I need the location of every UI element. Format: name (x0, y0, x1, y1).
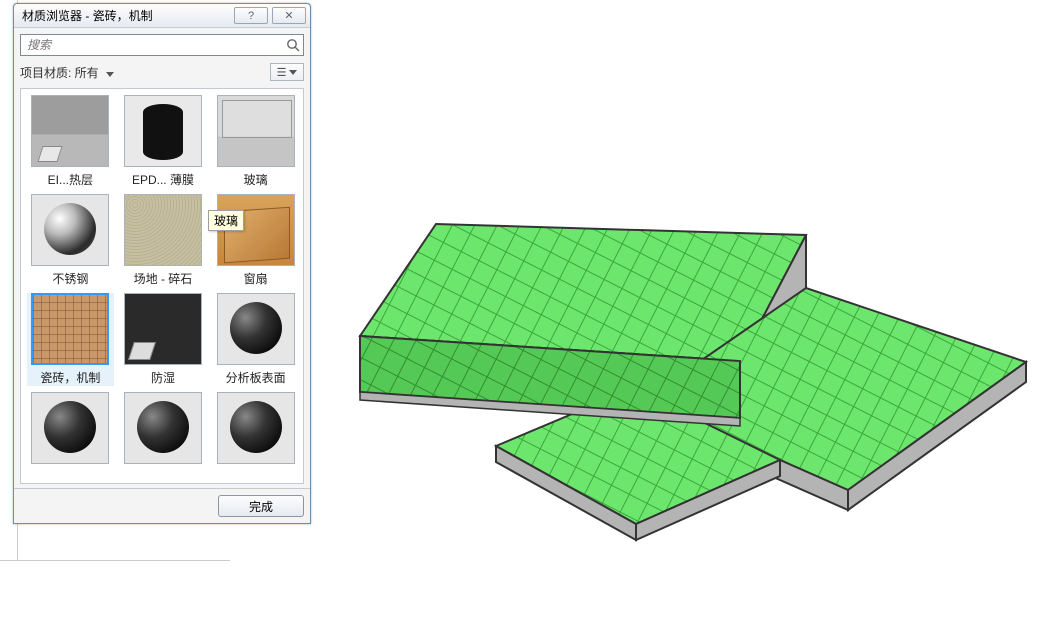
material-browser-panel: 材质浏览器 - 瓷砖，机制 ? ✕ 项目材质: 所有 ☰ EI...热层 EPD.… (13, 3, 311, 524)
material-thumbnail (124, 392, 202, 464)
material-label: 分析板表面 (217, 369, 295, 386)
model-svg (320, 0, 1059, 614)
filter-row: 项目材质: 所有 ☰ (20, 62, 304, 82)
material-thumbnail (217, 95, 295, 167)
panel-body: 项目材质: 所有 ☰ EI...热层EPD... 薄膜玻璃不锈钢场地 - 碎石窗… (14, 28, 310, 488)
done-label: 完成 (249, 498, 273, 515)
material-thumbnail (31, 95, 109, 167)
material-cell[interactable]: 防湿 (120, 293, 207, 386)
material-thumbnail (124, 194, 202, 266)
material-thumbnail (124, 293, 202, 365)
material-thumbnail (31, 293, 109, 365)
view-mode-button[interactable]: ☰ (270, 63, 304, 81)
material-cell[interactable] (120, 392, 207, 468)
chevron-down-icon (289, 70, 297, 75)
panel-footer: 完成 (14, 488, 310, 523)
material-grid[interactable]: EI...热层EPD... 薄膜玻璃不锈钢场地 - 碎石窗扇瓷砖，机制防湿分析板… (20, 88, 304, 484)
material-cell[interactable] (27, 392, 114, 468)
3d-viewport[interactable] (320, 0, 1059, 614)
search-icon[interactable] (283, 35, 303, 55)
help-button[interactable]: ? (234, 7, 268, 24)
material-cell[interactable]: 窗扇 (212, 194, 299, 287)
search-input[interactable] (21, 35, 283, 55)
horizontal-ruler (0, 560, 230, 578)
material-cell[interactable]: 不锈钢 (27, 194, 114, 287)
done-button[interactable]: 完成 (218, 495, 304, 517)
material-cell[interactable] (212, 392, 299, 468)
material-cell[interactable]: 瓷砖，机制 (27, 293, 114, 386)
material-thumbnail (217, 392, 295, 464)
list-icon: ☰ (277, 66, 287, 79)
search-box[interactable] (20, 34, 304, 56)
material-thumbnail (124, 95, 202, 167)
material-label: 不锈钢 (31, 270, 109, 287)
material-cell[interactable]: EPD... 薄膜 (120, 95, 207, 188)
material-cell[interactable]: 分析板表面 (212, 293, 299, 386)
material-thumbnail (31, 392, 109, 464)
chevron-down-icon (106, 72, 114, 77)
material-cell[interactable]: 场地 - 碎石 (120, 194, 207, 287)
material-thumbnail (31, 194, 109, 266)
tooltip-text: 玻璃 (214, 214, 238, 228)
help-icon: ? (248, 10, 254, 22)
material-thumbnail (217, 293, 295, 365)
tooltip: 玻璃 (208, 210, 244, 231)
material-label: 窗扇 (217, 270, 295, 287)
filter-dropdown[interactable]: 项目材质: 所有 (20, 64, 114, 81)
material-label: EI...热层 (31, 171, 109, 188)
close-icon: ✕ (284, 9, 293, 22)
material-cell[interactable]: 玻璃 (212, 95, 299, 188)
window-title: 材质浏览器 - 瓷砖，机制 (22, 7, 230, 24)
material-label: EPD... 薄膜 (124, 171, 202, 188)
material-label: 瓷砖，机制 (31, 369, 109, 386)
filter-label: 项目材质: 所有 (20, 66, 99, 80)
material-label: 场地 - 碎石 (124, 270, 202, 287)
titlebar[interactable]: 材质浏览器 - 瓷砖，机制 ? ✕ (14, 4, 310, 28)
material-label: 防湿 (124, 369, 202, 386)
material-label: 玻璃 (217, 171, 295, 188)
close-button[interactable]: ✕ (272, 7, 306, 24)
material-cell[interactable]: EI...热层 (27, 95, 114, 188)
